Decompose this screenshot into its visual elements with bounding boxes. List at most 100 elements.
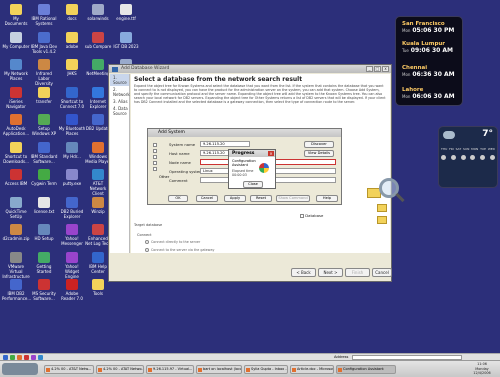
desktop-icon[interactable]: transfer (30, 86, 58, 104)
desktop-icon[interactable]: IBM Rational Systems (30, 4, 58, 26)
tree-expander[interactable] (153, 161, 157, 165)
taskbar-item[interactable]: bart on localhost (local... (196, 365, 242, 374)
taskbar-item[interactable]: Configuration Assistant (336, 365, 396, 374)
desktop-icon[interactable]: docs (58, 4, 86, 21)
ok-button[interactable]: OK (168, 195, 188, 202)
add-system-title-bar[interactable]: Add System (148, 129, 341, 137)
taskbar-item[interactable]: 4.2% 00 - ATAT Netwo... (96, 365, 144, 374)
tree-expander[interactable] (153, 149, 157, 153)
app-icon (10, 4, 22, 15)
apply-button[interactable]: Apply (224, 195, 246, 202)
desktop-icon[interactable]: JHKS (58, 59, 86, 76)
app-icon (92, 59, 104, 70)
close-button[interactable]: x (382, 66, 389, 72)
minimize-button[interactable]: _ (366, 66, 373, 72)
desktop-icon-label: Enhanced Net Log Tech (85, 236, 111, 246)
app-icon (38, 169, 50, 180)
desktop-icon[interactable]: sub Compare (84, 31, 112, 49)
desktop-icon[interactable]: Setup Windows XP (30, 114, 58, 136)
desktop-icon[interactable]: MS Security Software... (30, 279, 58, 301)
view-details-button[interactable]: View Details (304, 150, 334, 157)
system-name-input[interactable]: 9.26.115.20 (200, 141, 250, 147)
desktop-icon[interactable]: Cygwin Term (30, 169, 58, 186)
help-button[interactable]: Help (316, 195, 338, 202)
taskbar-item[interactable]: Sylia Gupta - Inbox ... (244, 365, 288, 374)
desktop-icon[interactable]: putty.exe (58, 169, 86, 186)
app-icon (92, 86, 104, 98)
desktop-icon[interactable]: DB2 Buried Explorer (58, 196, 86, 219)
desktop-icon[interactable]: QuickTime SetUp (2, 196, 30, 219)
desktop-icon[interactable]: adobe (58, 31, 86, 49)
desktop-icon[interactable]: Infrared Labor Diversity (30, 59, 58, 86)
desktop-icon-label: Shortcut to Connect 7.0 (59, 98, 85, 109)
taskbar-item[interactable]: Article.doc - Microsof... (290, 365, 334, 374)
system-clock[interactable]: 11:06 Monday 12/4/2006 (466, 362, 498, 377)
desktop-icon[interactable]: Yahoo! Widget Engine (58, 251, 86, 279)
wizard-nav-item[interactable]: 4. Data Source (110, 105, 129, 117)
show-command-button[interactable]: Show Command (276, 195, 310, 202)
desktop-icon[interactable]: license.txt (30, 196, 58, 214)
desktop-icon[interactable]: VMware Virtual Infrastructure (2, 251, 30, 279)
progress-close-icon[interactable]: × (268, 151, 274, 156)
next-button[interactable]: Next > (318, 268, 343, 277)
desktop-icon[interactable]: AutoDesk Application... (2, 114, 30, 136)
back-button[interactable]: < Back (291, 268, 316, 277)
cancel-button[interactable]: Cancel (196, 195, 218, 202)
desktop-icon[interactable]: My Documents (2, 4, 30, 26)
desktop-icon[interactable]: My Hdr... (58, 141, 86, 159)
radio-gateway[interactable]: Connect to the server via the gateway (145, 248, 214, 252)
wizard-title-bar[interactable]: Add Database Wizard _ □ x (109, 65, 391, 73)
taskbar-item[interactable]: 4.2% 00 - AT&T Netw... (44, 365, 94, 374)
reset-button[interactable]: Reset (250, 195, 272, 202)
desktop-icon[interactable]: iSeries Navigator (2, 86, 30, 109)
cancel-button[interactable]: Cancel (372, 268, 392, 277)
discover-button[interactable]: Discover (304, 141, 334, 148)
address-label: Address (334, 355, 349, 359)
world-clock-gadget[interactable]: San Francisco Mon 05:06 30 PM Kuala Lump… (395, 16, 463, 106)
clock-day: Mon (402, 94, 411, 99)
taskbar-item[interactable]: 9.26.115.97 - Virtual... (146, 365, 194, 374)
desktop-icon[interactable]: Shortcut to Connect 7.0 (58, 86, 86, 109)
desktop-icon[interactable]: Shortcut to Downloads... (2, 141, 30, 164)
desktop-icon-label: Yahoo! Messenger (61, 236, 83, 246)
desktop-icon[interactable]: Adobe Reader 7.0 (58, 279, 86, 301)
app-icon (38, 251, 50, 263)
desktop-icon[interactable]: IBM Standard Software... (30, 141, 58, 164)
wizard-nav-item[interactable]: 3. Alias (110, 98, 129, 105)
desktop: { "desktop": { "icons": [ {"label": "My … (0, 0, 500, 377)
desktop-icon[interactable]: IGT DB 2023 (112, 31, 140, 49)
desktop-icon[interactable]: My Bluetooth Places (58, 114, 86, 136)
taskbar-item-label: Configuration Assistant (343, 367, 384, 371)
desktop-icon[interactable]: solarwinds (84, 4, 112, 21)
start-button[interactable] (2, 363, 38, 375)
wizard-nav-item[interactable]: 1. Source (110, 74, 129, 86)
tree-expander[interactable] (153, 143, 157, 147)
database-checkbox[interactable]: Database (300, 213, 323, 218)
finish-button[interactable]: Finish (345, 268, 370, 277)
desktop-icon-label: Setup Windows XP (31, 126, 57, 136)
desktop-icon-label: IBM Standard Software... (30, 153, 58, 164)
radio-direct[interactable]: Connect directly to the server (145, 240, 200, 244)
desktop-icon[interactable]: IBM Java Dev Tools v1.4.2 (30, 31, 58, 54)
tree-expander[interactable] (153, 155, 157, 159)
desktop-icon[interactable]: Yahoo! Messenger (58, 224, 86, 246)
app-icon (38, 196, 50, 208)
desktop-icon[interactable]: d2cadmin.zip (2, 224, 30, 241)
maximize-button[interactable]: □ (374, 66, 381, 72)
desktop-icon[interactable]: Getting Started (30, 251, 58, 274)
wizard-nav-item[interactable]: 2. Network (110, 86, 130, 98)
desktop-icon[interactable]: Access IBM (2, 169, 30, 186)
weather-gadget[interactable]: 7° THU FRI SAT SUN MON TUE WED (438, 126, 498, 188)
desktop-icon[interactable]: IBM DB2 Performance... (2, 279, 31, 301)
desktop-icon[interactable]: engine.ttf (112, 4, 140, 21)
desktop-icon[interactable]: HD Setup (30, 224, 58, 241)
app-icon (38, 86, 50, 98)
progress-close-button[interactable]: Close (243, 181, 263, 188)
app-icon (120, 4, 132, 15)
desktop-icon-label: Cygwin Term (31, 181, 57, 186)
desktop-icon[interactable]: My Network Places (2, 59, 30, 81)
app-icon (10, 114, 22, 125)
tree-expander[interactable] (153, 167, 157, 171)
desktop-icon-label: DB2 Buried Explorer (60, 208, 84, 219)
desktop-icon[interactable]: My Computer (2, 31, 30, 49)
